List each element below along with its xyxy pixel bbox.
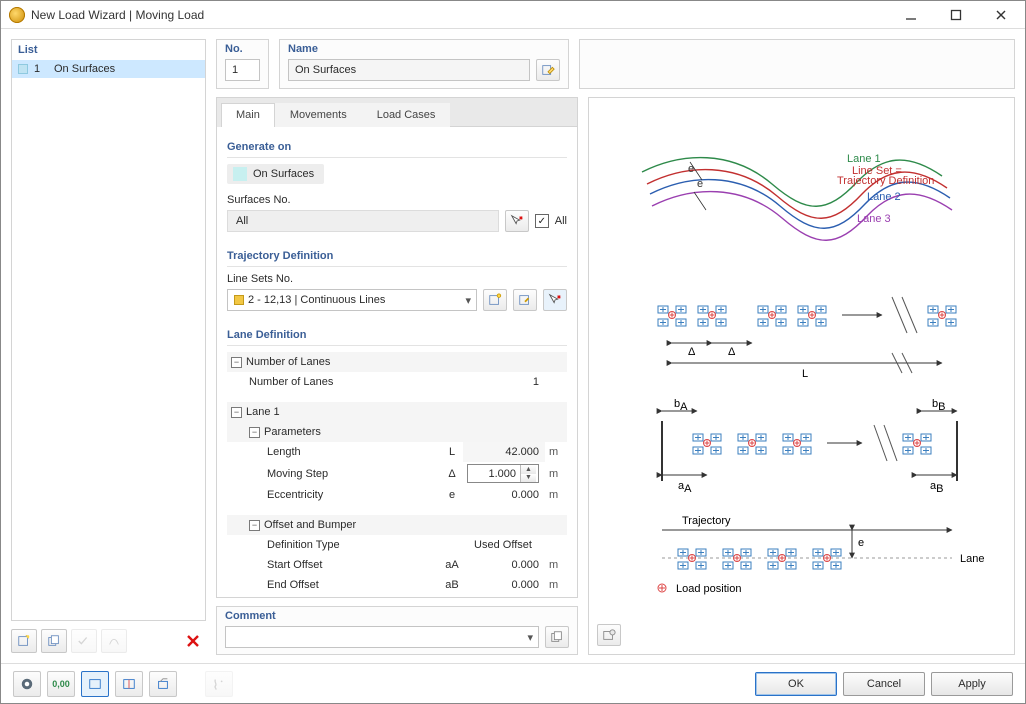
dialog-footer: 0,00 OK Cancel Apply	[1, 663, 1025, 703]
svg-text:Δ: Δ	[728, 346, 736, 358]
pick-surfaces-button[interactable]	[505, 210, 529, 232]
chevron-down-icon: ▾	[527, 631, 533, 644]
num-lanes-label: Number of Lanes	[227, 372, 441, 392]
copy-item-button[interactable]	[41, 629, 67, 653]
svg-text:aB: aB	[930, 480, 943, 495]
no-field[interactable]: 1	[225, 59, 260, 81]
maximize-button[interactable]	[933, 2, 978, 28]
all-surfaces-label: All	[555, 215, 567, 227]
line-sets-combo[interactable]: 2 - 12,13 | Continuous Lines ▾	[227, 289, 477, 311]
end-offset-label: End Offset	[227, 575, 441, 595]
lane1-group: Lane 1	[246, 406, 280, 418]
no-header: No.	[217, 40, 268, 55]
app-icon	[9, 7, 25, 23]
collapse-toggle-icon[interactable]: −	[249, 520, 260, 531]
list-item-num: 1	[34, 63, 48, 75]
connect-button	[101, 629, 127, 653]
trajectory-header: Trajectory Definition	[227, 250, 567, 262]
script-button	[205, 671, 233, 697]
start-offset-value[interactable]: 0.000	[463, 555, 545, 575]
svg-text:Load position: Load position	[676, 583, 741, 595]
comment-combo[interactable]: ▾	[225, 626, 539, 648]
generate-on-chip[interactable]: On Surfaces	[227, 164, 324, 184]
collapse-toggle-icon[interactable]: −	[249, 427, 260, 438]
name-field[interactable]: On Surfaces	[288, 59, 530, 81]
surfaces-no-label: Surfaces No.	[227, 194, 567, 206]
collapse-toggle-icon[interactable]: −	[231, 407, 242, 418]
list-item-label: On Surfaces	[54, 63, 115, 75]
pick-line-set-button[interactable]	[543, 289, 567, 311]
cancel-button[interactable]: Cancel	[843, 672, 925, 696]
tab-main[interactable]: Main	[221, 103, 275, 127]
svg-text:e: e	[688, 163, 694, 175]
definition-type-value[interactable]: Used Offset	[463, 535, 545, 555]
definition-type-label: Definition Type	[227, 535, 441, 555]
list-header: List	[12, 40, 205, 60]
svg-text:Trajectory Definition: Trajectory Definition	[837, 175, 934, 187]
chevron-down-icon: ▾	[465, 294, 471, 307]
comment-header: Comment	[217, 607, 577, 622]
list-item[interactable]: 1 On Surfaces	[12, 60, 205, 78]
apply-button[interactable]: Apply	[931, 672, 1013, 696]
svg-text:Trajectory: Trajectory	[682, 515, 731, 527]
start-offset-label: Start Offset	[227, 555, 441, 575]
ok-button[interactable]: OK	[755, 672, 837, 696]
length-value: 42.000	[463, 442, 545, 462]
line-sets-label: Line Sets No.	[227, 273, 567, 285]
num-lanes-group: Number of Lanes	[246, 356, 330, 368]
svg-text:Lane 3: Lane 3	[857, 213, 891, 225]
svg-text:L: L	[802, 368, 808, 380]
collapse-toggle-icon[interactable]: −	[231, 357, 242, 368]
line-set-color-icon	[234, 295, 244, 305]
all-surfaces-checkbox[interactable]: ✓	[535, 214, 549, 228]
new-line-set-button[interactable]	[483, 289, 507, 311]
tab-load-cases[interactable]: Load Cases	[362, 103, 451, 127]
tab-movements[interactable]: Movements	[275, 103, 362, 127]
svg-text:Lane 1: Lane 1	[847, 153, 881, 165]
comment-library-button[interactable]	[545, 626, 569, 648]
svg-text:Δ: Δ	[688, 346, 696, 358]
view-mode-2-button[interactable]	[115, 671, 143, 697]
tab-strip: Main Movements Load Cases	[221, 102, 577, 127]
generate-on-header: Generate on	[227, 141, 567, 153]
svg-text:Lane: Lane	[960, 553, 984, 565]
lane-def-header: Lane Definition	[227, 329, 567, 341]
illustration-area: Lane 1 Line Set = Trajectory Definition …	[589, 98, 1014, 618]
length-label: Length	[227, 442, 441, 462]
surfaces-no-field[interactable]: All	[227, 210, 499, 232]
list-color-swatch	[18, 64, 28, 74]
delete-item-button[interactable]	[180, 629, 206, 653]
svg-text:e: e	[858, 537, 864, 549]
title-bar: New Load Wizard | Moving Load	[1, 1, 1025, 29]
num-lanes-value[interactable]: 1	[463, 372, 545, 392]
window-title: New Load Wizard | Moving Load	[31, 8, 888, 22]
check-uncheck-button	[71, 629, 97, 653]
diagram-settings-button[interactable]	[597, 624, 621, 646]
edit-line-set-button[interactable]	[513, 289, 537, 311]
params-group: Parameters	[264, 426, 321, 438]
eccentricity-value[interactable]: 0.000	[463, 485, 545, 505]
end-offset-value[interactable]: 0.000	[463, 575, 545, 595]
help-button[interactable]	[13, 671, 41, 697]
minimize-button[interactable]	[888, 2, 933, 28]
spin-up-icon[interactable]: ▲	[521, 465, 536, 474]
surfaces-type-icon	[233, 167, 247, 181]
moving-step-label: Moving Step	[227, 462, 441, 485]
svg-text:aA: aA	[678, 480, 692, 495]
units-button[interactable]: 0,00	[47, 671, 75, 697]
edit-name-button[interactable]	[536, 59, 560, 81]
moving-step-spinner[interactable]: ▲▼	[467, 464, 539, 483]
offset-group: Offset and Bumper	[264, 519, 356, 531]
name-header: Name	[280, 40, 568, 55]
view-mode-3-button[interactable]	[149, 671, 177, 697]
new-item-button[interactable]	[11, 629, 37, 653]
close-button[interactable]	[978, 2, 1023, 28]
spin-down-icon[interactable]: ▼	[521, 474, 536, 483]
eccentricity-label: Eccentricity	[227, 485, 441, 505]
svg-text:Lane 2: Lane 2	[867, 191, 901, 203]
view-mode-1-button[interactable]	[81, 671, 109, 697]
